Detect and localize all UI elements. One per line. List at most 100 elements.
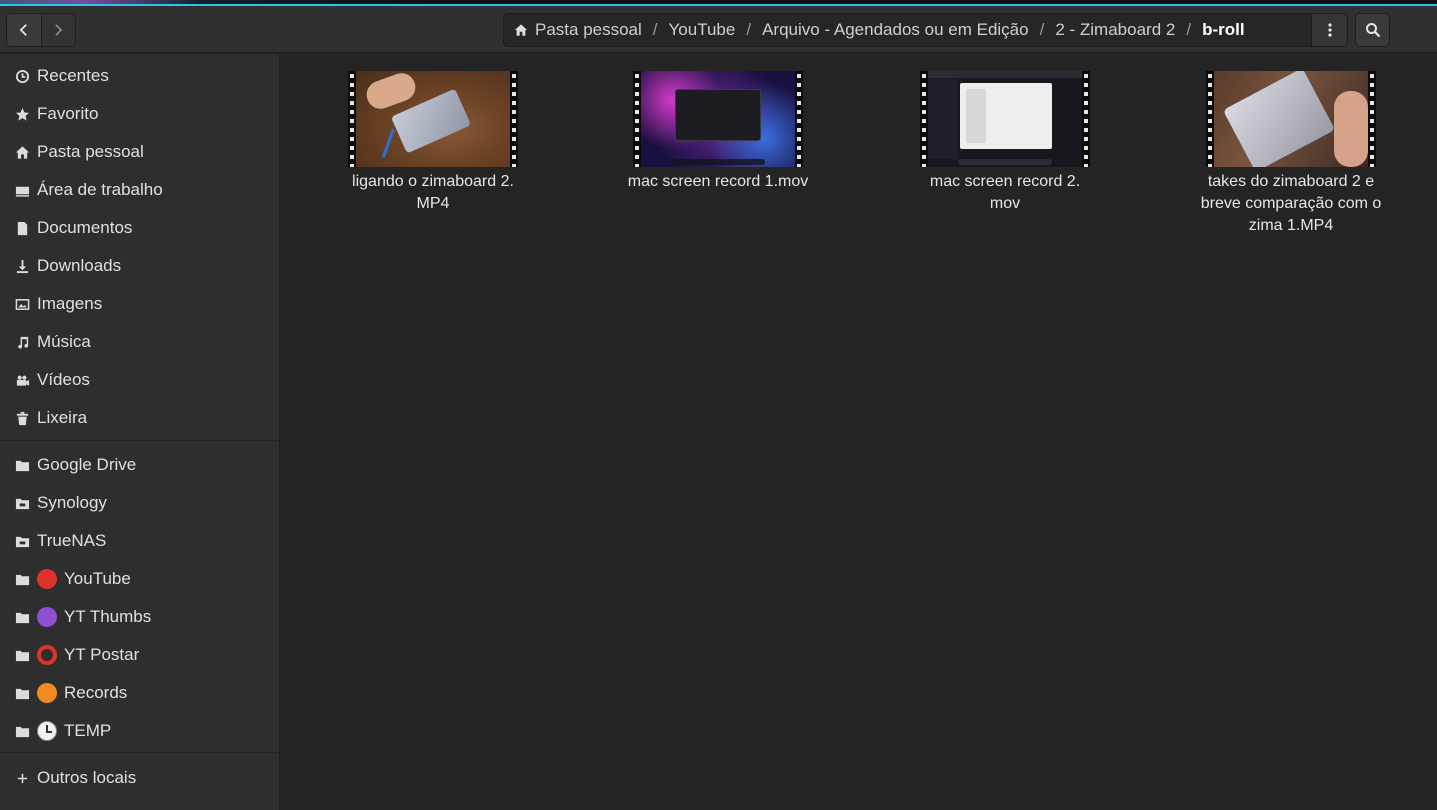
sidebar-item-label: Vídeos xyxy=(37,370,90,389)
breadcrumb-separator: / xyxy=(1186,20,1192,39)
sidebar-item-lixeira[interactable]: Lixeira xyxy=(0,399,280,437)
breadcrumb-separator: / xyxy=(652,20,658,39)
sidebar-item-label: Área de trabalho xyxy=(37,180,163,199)
breadcrumb-youtube[interactable]: YouTube xyxy=(669,20,736,40)
sidebar-item-temp[interactable]: TEMP xyxy=(0,712,280,750)
folder-icon xyxy=(15,612,29,623)
sidebar-item-synology[interactable]: Synology xyxy=(0,484,280,522)
sidebar-item-outros-locais[interactable]: Outros locais xyxy=(0,759,280,797)
sidebar-divider xyxy=(0,752,280,753)
sidebar-item-yt-thumbs[interactable]: YT Thumbs xyxy=(0,598,280,636)
breadcrumb-label: b-roll xyxy=(1202,20,1245,39)
hollow-red-circle-emoji xyxy=(37,645,57,665)
star-icon xyxy=(15,107,29,121)
orange-circle-emoji xyxy=(37,683,57,703)
sidebar-item-musica[interactable]: Música xyxy=(0,323,280,361)
breadcrumb-separator: / xyxy=(1039,20,1045,39)
sidebar-item-area-de-trabalho[interactable]: Área de trabalho xyxy=(0,171,280,209)
breadcrumb-label: YouTube xyxy=(668,20,736,39)
sidebar-item-label: TrueNAS xyxy=(37,531,107,550)
search-icon xyxy=(1365,23,1380,38)
sidebar-item-label: Pasta pessoal xyxy=(37,142,144,161)
breadcrumb-home[interactable]: Pasta pessoal xyxy=(514,20,642,40)
image-icon xyxy=(15,298,29,310)
folder-icon xyxy=(15,574,29,585)
sidebar-item-label: YT Postar xyxy=(64,645,140,664)
sidebar-item-label: Imagens xyxy=(37,294,103,313)
sidebar-item-downloads[interactable]: Downloads xyxy=(0,247,280,285)
forward-button[interactable] xyxy=(40,14,75,46)
sidebar-item-label: Favorito xyxy=(37,104,99,123)
video-thumbnail xyxy=(920,71,1090,167)
file-view[interactable]: ligando o zimaboard 2. MP4 mac screen re… xyxy=(281,54,1437,810)
breadcrumb-separator: / xyxy=(746,20,752,39)
navigation-buttons xyxy=(6,13,76,47)
file-item[interactable]: takes do zimaboard 2 e breve comparação … xyxy=(1191,71,1391,237)
file-item[interactable]: ligando o zimaboard 2. MP4 xyxy=(333,71,533,215)
home-icon xyxy=(514,24,528,36)
sidebar-item-favorito[interactable]: Favorito xyxy=(0,95,280,133)
network-folder-icon xyxy=(15,536,29,547)
music-icon xyxy=(17,336,28,349)
desktop-icon xyxy=(15,186,29,197)
sidebar-item-records[interactable]: Records xyxy=(0,674,280,712)
sidebar-item-yt-postar[interactable]: YT Postar xyxy=(0,636,280,674)
sidebar-item-documentos[interactable]: Documentos xyxy=(0,209,280,247)
file-name: mac screen record 2. mov xyxy=(929,173,1081,212)
document-icon xyxy=(17,221,27,235)
sidebar-item-label: Records xyxy=(64,683,128,702)
breadcrumb-arquivo[interactable]: Arquivo - Agendados ou em Edição xyxy=(762,20,1029,40)
file-item[interactable]: mac screen record 1.mov xyxy=(618,71,818,193)
sidebar-item-label: Outros locais xyxy=(37,768,137,787)
sidebar-item-google-drive[interactable]: Google Drive xyxy=(0,446,280,484)
sidebar-item-label: Lixeira xyxy=(37,408,88,427)
sidebar-item-label: YouTube xyxy=(64,569,131,588)
folder-icon xyxy=(15,650,29,661)
trash-icon xyxy=(16,411,28,425)
sidebar-item-label: YT Thumbs xyxy=(64,607,152,626)
video-thumbnail xyxy=(633,71,803,167)
sidebar-item-label: Recentes xyxy=(37,66,109,85)
search-button[interactable] xyxy=(1355,13,1390,47)
folder-icon xyxy=(15,688,29,699)
video-thumbnail xyxy=(348,71,518,167)
sidebar-item-label: Google Drive xyxy=(37,455,137,474)
file-item[interactable]: mac screen record 2. mov xyxy=(905,71,1105,215)
breadcrumb-zimaboard[interactable]: 2 - Zimaboard 2 xyxy=(1055,20,1175,40)
go-previous-icon xyxy=(19,24,27,36)
sidebar-item-label: Documentos xyxy=(37,218,133,237)
go-next-icon xyxy=(55,24,63,36)
sidebar-item-youtube[interactable]: YouTube xyxy=(0,560,280,598)
folder-icon xyxy=(15,726,29,737)
sidebar-item-truenas[interactable]: TrueNAS xyxy=(0,522,280,560)
video-icon xyxy=(16,375,29,386)
network-folder-icon xyxy=(15,498,29,509)
file-name: takes do zimaboard 2 e breve comparação … xyxy=(1200,173,1382,234)
sidebar-item-videos[interactable]: Vídeos xyxy=(0,361,280,399)
file-name: mac screen record 1.mov xyxy=(627,173,809,190)
plus-icon xyxy=(17,773,27,783)
path-menu-button[interactable] xyxy=(1312,13,1348,47)
purple-circle-emoji xyxy=(37,607,57,627)
sidebar: Recentes Favorito Pasta pessoal Área de … xyxy=(0,54,280,810)
breadcrumb: Pasta pessoal / YouTube / Arquivo - Agen… xyxy=(503,13,1312,47)
red-circle-emoji xyxy=(37,569,57,589)
breadcrumb-current-folder[interactable]: b-roll xyxy=(1202,20,1245,40)
sidebar-item-label: TEMP xyxy=(64,721,112,740)
sidebar-divider xyxy=(0,440,280,441)
clock-emoji xyxy=(37,721,57,741)
breadcrumb-label: Pasta pessoal xyxy=(535,20,642,39)
folder-icon xyxy=(15,460,29,471)
view-more-icon xyxy=(1327,23,1332,37)
sidebar-item-label: Música xyxy=(37,332,91,351)
sidebar-item-imagens[interactable]: Imagens xyxy=(0,285,280,323)
breadcrumb-label: Arquivo - Agendados ou em Edição xyxy=(762,20,1029,39)
video-thumbnail xyxy=(1206,71,1376,167)
header-bar: Pasta pessoal / YouTube / Arquivo - Agen… xyxy=(0,6,1437,53)
sidebar-item-label: Synology xyxy=(37,493,107,512)
clock-icon xyxy=(15,69,29,83)
back-button[interactable] xyxy=(7,14,41,46)
sidebar-item-pasta-pessoal[interactable]: Pasta pessoal xyxy=(0,133,280,171)
sidebar-item-recentes[interactable]: Recentes xyxy=(0,57,280,95)
breadcrumb-label: 2 - Zimaboard 2 xyxy=(1055,20,1176,39)
